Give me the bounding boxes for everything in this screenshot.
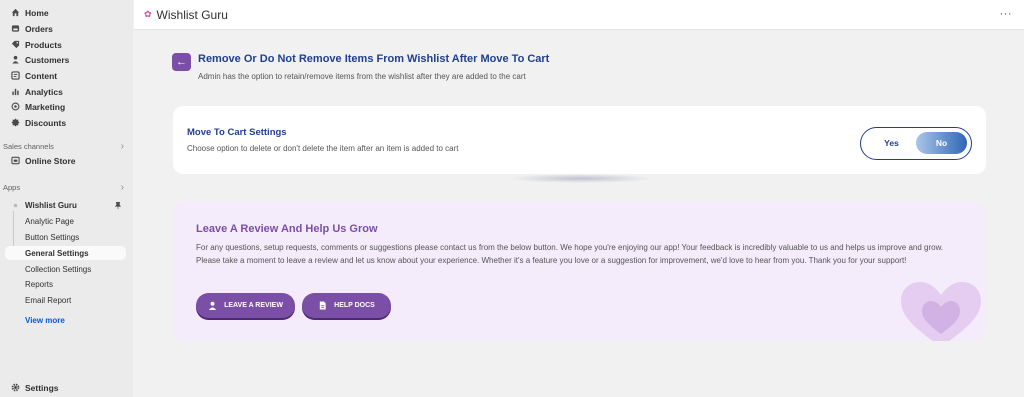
nav-analytics-label: Analytics bbox=[25, 86, 63, 97]
option-yes-button[interactable]: Yes bbox=[869, 132, 914, 154]
store-icon bbox=[10, 156, 20, 166]
sidebar: Home Orders Products Customers Content A… bbox=[0, 0, 133, 397]
chevron-right-icon: › bbox=[120, 181, 124, 193]
sub-item-label: Analytic Page bbox=[25, 216, 74, 226]
review-title: Leave A Review And Help Us Grow bbox=[196, 223, 378, 235]
sub-item-label: Email Report bbox=[25, 295, 72, 305]
nav-discounts-label: Discounts bbox=[25, 117, 67, 128]
sub-item-general-settings[interactable]: General Settings bbox=[5, 246, 126, 260]
nav-orders-label: Orders bbox=[25, 23, 53, 34]
bar-chart-icon bbox=[10, 87, 20, 97]
nav-marketing[interactable]: Marketing bbox=[0, 99, 127, 114]
content-icon bbox=[10, 71, 20, 81]
app-flower-icon bbox=[10, 201, 20, 211]
nav-marketing-label: Marketing bbox=[25, 101, 66, 112]
app-topbar: ✿ Wishlist Guru ··· bbox=[134, 0, 1024, 30]
leave-review-button[interactable]: LEAVE A REVIEW bbox=[196, 293, 295, 318]
card-title: Move To Cart Settings bbox=[187, 127, 287, 138]
app-title: Wishlist Guru bbox=[156, 7, 228, 22]
nav-analytics[interactable]: Analytics bbox=[0, 84, 127, 99]
more-options-button[interactable]: ··· bbox=[1000, 8, 1013, 20]
card-description: Choose option to delete or don't delete … bbox=[187, 144, 459, 153]
pin-icon[interactable] bbox=[114, 201, 122, 210]
nav-customers-label: Customers bbox=[25, 54, 70, 65]
leave-review-label: LEAVE A REVIEW bbox=[224, 302, 283, 309]
nav-orders[interactable]: Orders bbox=[0, 21, 127, 36]
sub-item-reports[interactable]: Reports bbox=[5, 277, 126, 291]
view-more-link[interactable]: View more bbox=[25, 316, 65, 325]
sub-item-label: Button Settings bbox=[25, 232, 80, 242]
sales-channels-label: Sales channels bbox=[3, 141, 54, 151]
card-shadow bbox=[508, 174, 653, 183]
heart-decoration-icon bbox=[901, 282, 981, 341]
document-icon bbox=[318, 301, 327, 310]
sub-item-email-report[interactable]: Email Report bbox=[5, 293, 126, 307]
apps-header[interactable]: Apps › bbox=[3, 181, 128, 193]
nav-home[interactable]: Home bbox=[0, 5, 127, 20]
nav-content-label: Content bbox=[25, 70, 58, 81]
nav-home-label: Home bbox=[25, 7, 49, 18]
person-icon bbox=[10, 55, 20, 65]
nav-products-label: Products bbox=[25, 39, 62, 50]
page-subtitle: Admin has the option to retain/remove it… bbox=[198, 72, 526, 81]
nav-settings-label: Settings bbox=[25, 382, 59, 393]
nav-customers[interactable]: Customers bbox=[0, 52, 127, 67]
home-icon bbox=[10, 8, 20, 18]
option-no-button[interactable]: No bbox=[916, 132, 967, 154]
gear-icon bbox=[10, 383, 20, 393]
apps-label: Apps bbox=[3, 182, 21, 192]
sub-item-label: Reports bbox=[25, 279, 54, 289]
app-flower-icon: ✿ bbox=[144, 9, 152, 19]
review-section: Leave A Review And Help Us Grow For any … bbox=[173, 201, 986, 341]
nav-wishlist-guru[interactable]: Wishlist Guru bbox=[0, 198, 127, 213]
nav-settings[interactable]: Settings bbox=[0, 380, 127, 395]
chevron-right-icon: › bbox=[120, 140, 124, 152]
tag-icon bbox=[10, 40, 20, 50]
nav-products[interactable]: Products bbox=[0, 37, 127, 52]
sales-channels-header[interactable]: Sales channels › bbox=[3, 140, 128, 152]
move-to-cart-settings-card: Move To Cart Settings Choose option to d… bbox=[173, 106, 986, 174]
help-docs-button[interactable]: HELP DOCS bbox=[302, 293, 391, 318]
sub-item-label: General Settings bbox=[25, 248, 89, 258]
sub-item-button-settings[interactable]: Button Settings bbox=[5, 230, 126, 244]
nav-content[interactable]: Content bbox=[0, 68, 127, 83]
orders-icon bbox=[10, 24, 20, 34]
yes-no-toggle: Yes No bbox=[860, 127, 972, 160]
target-icon bbox=[10, 102, 20, 112]
review-body: For any questions, setup requests, comme… bbox=[196, 243, 944, 265]
page-title: Remove Or Do Not Remove Items From Wishl… bbox=[198, 53, 550, 65]
sub-item-collection-settings[interactable]: Collection Settings bbox=[5, 262, 126, 276]
sub-item-analytic-page[interactable]: Analytic Page bbox=[5, 214, 126, 228]
person-icon bbox=[208, 301, 217, 310]
nav-discounts[interactable]: Discounts bbox=[0, 115, 127, 130]
sub-item-label: Collection Settings bbox=[25, 264, 92, 274]
discount-icon bbox=[10, 118, 20, 128]
nav-online-store-label: Online Store bbox=[25, 155, 76, 166]
help-docs-label: HELP DOCS bbox=[334, 302, 375, 309]
nav-online-store[interactable]: Online Store bbox=[0, 153, 127, 168]
arrow-left-icon: ← bbox=[176, 56, 187, 68]
back-button[interactable]: ← bbox=[172, 53, 191, 71]
main-content: ✿ Wishlist Guru ··· ← Remove Or Do Not R… bbox=[134, 0, 1024, 397]
nav-wishlist-guru-label: Wishlist Guru bbox=[25, 201, 77, 210]
